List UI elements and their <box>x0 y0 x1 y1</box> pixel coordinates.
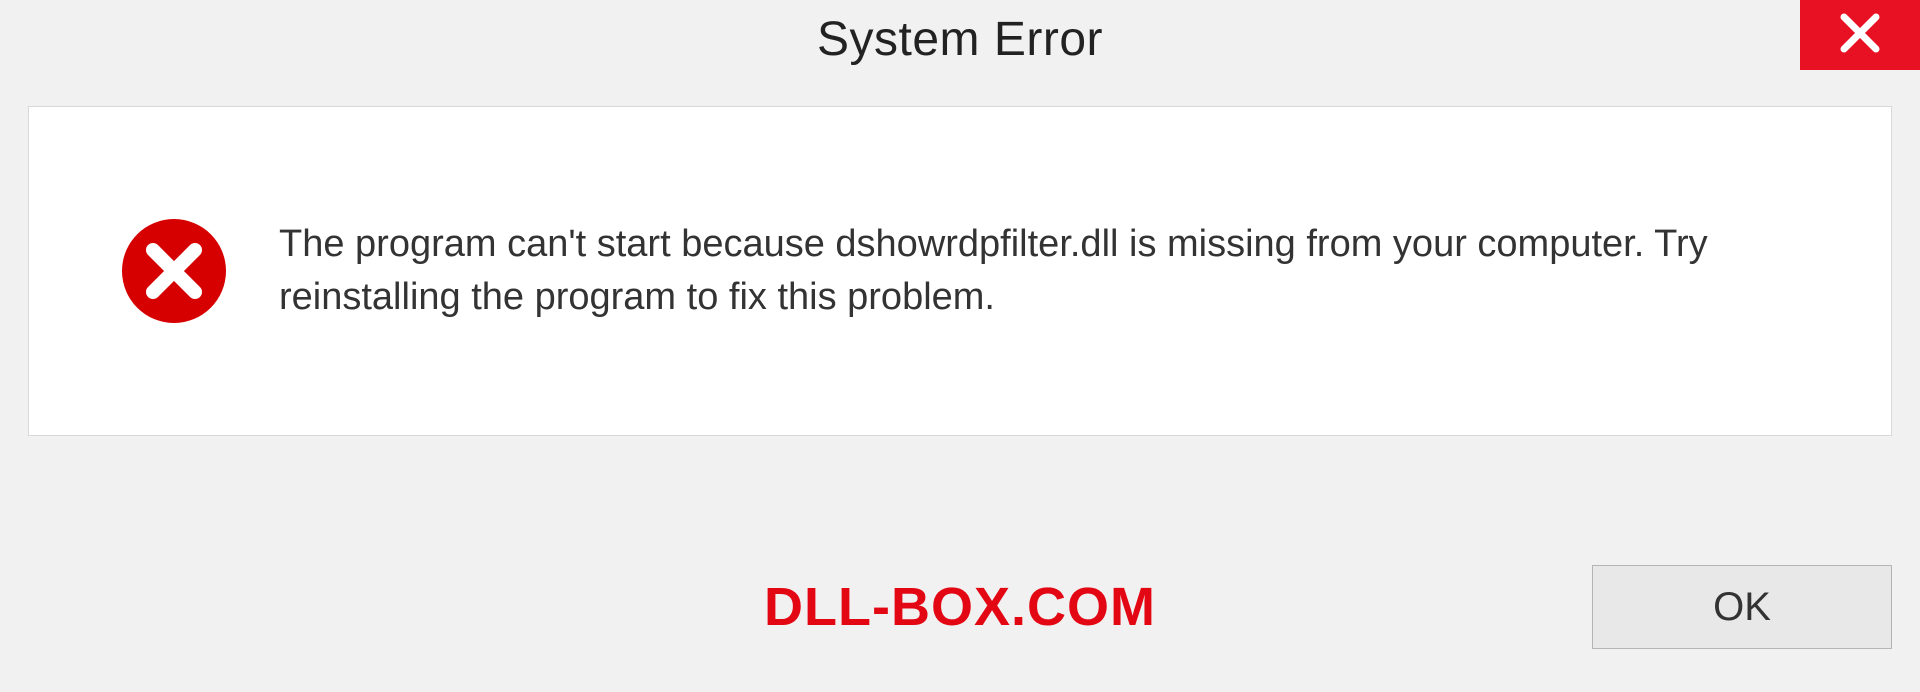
dialog-footer: DLL-BOX.COM OK <box>28 552 1892 662</box>
watermark-text: DLL-BOX.COM <box>764 576 1156 638</box>
close-button[interactable] <box>1800 0 1920 70</box>
titlebar: System Error <box>0 0 1920 96</box>
dialog-title: System Error <box>817 12 1103 67</box>
close-icon <box>1838 11 1882 60</box>
dialog-message: The program can't start because dshowrdp… <box>279 218 1779 324</box>
ok-button[interactable]: OK <box>1592 565 1892 649</box>
error-icon <box>119 216 229 326</box>
dialog-content: The program can't start because dshowrdp… <box>28 106 1892 436</box>
